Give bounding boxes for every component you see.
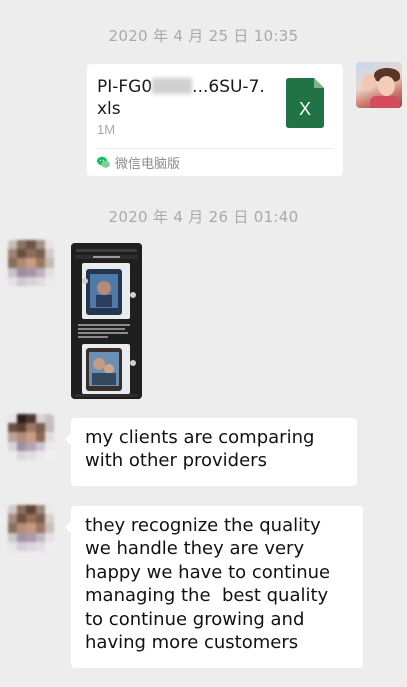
timestamp-2: 2020 年 4 月 26 日 01:40	[108, 208, 299, 226]
file-divider	[97, 148, 333, 149]
avatar-contact-1[interactable]	[8, 240, 54, 286]
wechat-icon	[97, 156, 110, 168]
file-message-card[interactable]: PI-FG0 ...6SU-7.xls 1M X 微信电脑版	[87, 64, 343, 176]
file-size: 1M	[97, 122, 116, 137]
message-bubble[interactable]: they recognize the quality we handle the…	[65, 506, 363, 668]
avatar-self[interactable]	[356, 62, 402, 108]
file-name: PI-FG0 ...6SU-7.xls	[97, 77, 265, 119]
image-message[interactable]	[71, 243, 142, 399]
excel-icon: X	[286, 78, 324, 128]
avatar-contact-3[interactable]	[8, 505, 54, 551]
message-bubble[interactable]: my clients are comparing with other prov…	[65, 418, 357, 486]
file-source: 微信电脑版	[97, 153, 181, 172]
phone-screenshot-thumbnail	[71, 243, 142, 399]
timestamp-1: 2020 年 4 月 25 日 10:35	[108, 27, 299, 45]
excel-icon-letter: X	[299, 99, 311, 119]
avatar-contact-2[interactable]	[8, 414, 54, 460]
file-source-label: 微信电脑版	[115, 156, 181, 172]
redacted-text	[152, 78, 193, 94]
